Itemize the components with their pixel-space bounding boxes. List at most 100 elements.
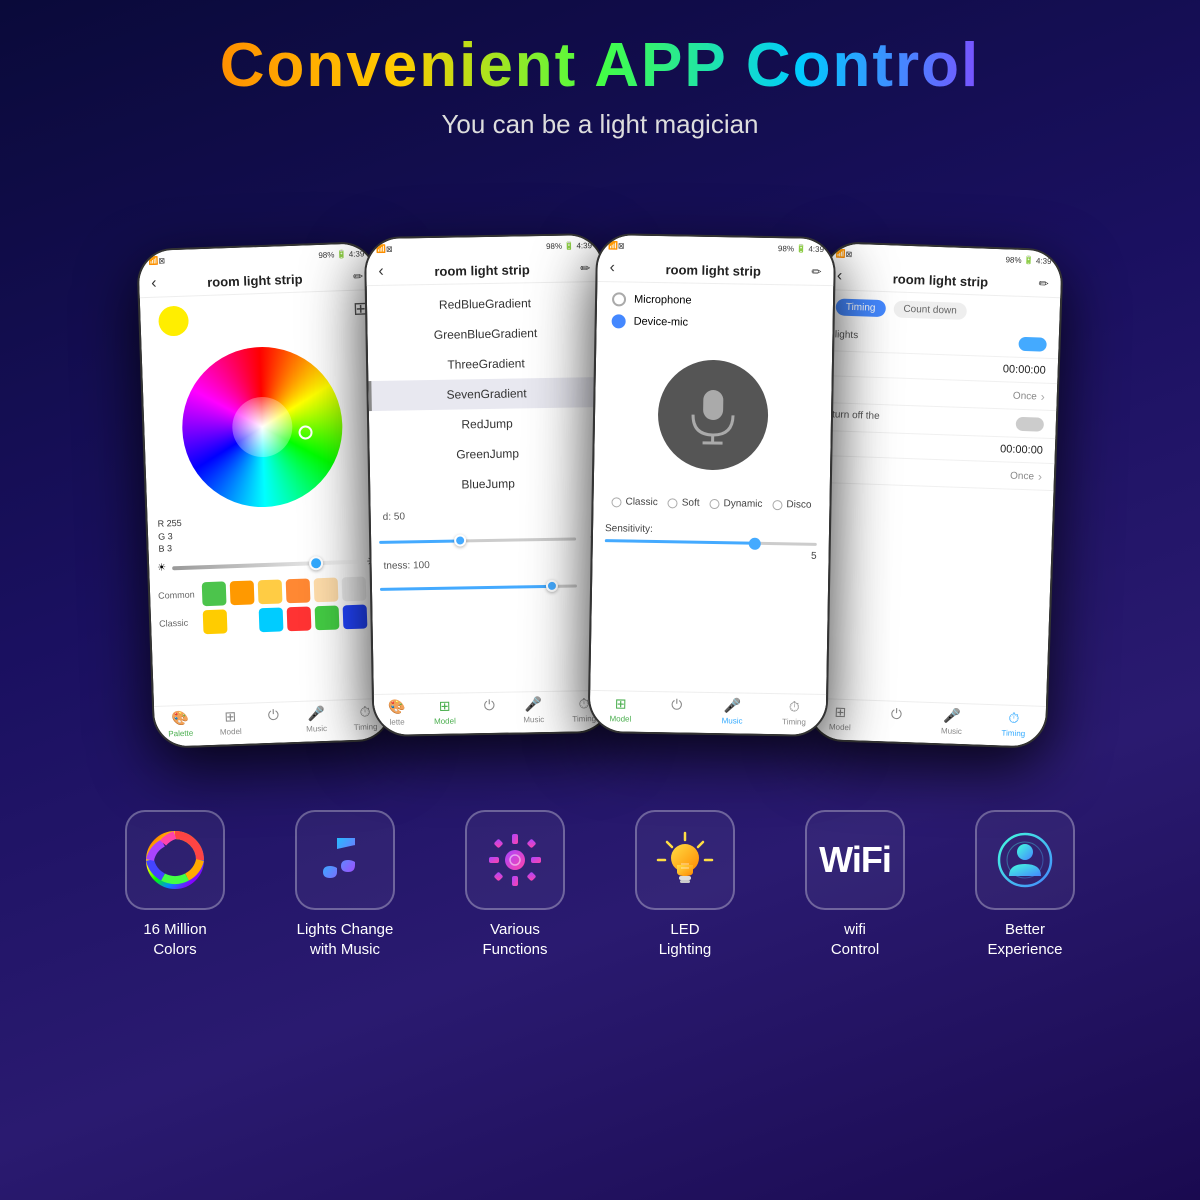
soft-mode[interactable]: Soft (668, 497, 700, 509)
swatch-green2[interactable] (315, 605, 340, 630)
mode-redjump[interactable]: RedJump (369, 407, 605, 441)
edit-icon-1[interactable]: ✏ (353, 269, 364, 283)
nav-timing-3[interactable]: ⏱ Timing (782, 698, 806, 726)
color-wheel-container (141, 338, 383, 516)
swatch-cream[interactable] (314, 577, 339, 602)
dynamic-mode[interactable]: Dynamic (709, 498, 762, 510)
color-wheel[interactable] (180, 344, 345, 509)
feature-wifi: WiFi wifiControl (780, 810, 930, 959)
swatch-red[interactable] (287, 606, 312, 631)
swatch-blue[interactable] (343, 604, 368, 629)
phone-screen-2: 📶⊠ 98% 🔋 4:39 ‹ room light strip ✏ RedBl… (366, 235, 611, 735)
sensitivity-slider[interactable] (605, 539, 817, 546)
nav-palette[interactable]: 🎨 Palette (168, 710, 194, 739)
feature-wifi-icon-box: WiFi (805, 810, 905, 910)
swatch-cyan[interactable] (259, 607, 284, 632)
nav-music-2[interactable]: 🎤 Music (523, 696, 544, 724)
nav-power-2[interactable]: ⏻ (484, 697, 496, 725)
device-mic-option[interactable]: Device-mic (612, 314, 818, 332)
edit-icon-2[interactable]: ✏ (580, 261, 590, 275)
nav-model-3[interactable]: ⊞ Model (609, 695, 631, 723)
palette-icon-2: 🎨 (388, 698, 406, 715)
microphone-option[interactable]: Microphone (612, 292, 818, 310)
chevron-2[interactable]: › (1038, 470, 1042, 484)
speed-thumb (454, 534, 466, 546)
swatch-orange[interactable] (230, 580, 255, 605)
nav-palette-2[interactable]: 🎨 lette (388, 698, 406, 726)
nav-timing-4[interactable]: ⏱ Timing (1001, 709, 1026, 738)
chevron-1[interactable]: › (1041, 390, 1045, 404)
classic-mode[interactable]: Classic (611, 496, 657, 508)
speed-slider[interactable] (379, 537, 576, 543)
back-arrow-2[interactable]: ‹ (378, 263, 384, 281)
swatch-yellow[interactable] (258, 579, 283, 604)
nav-music-3[interactable]: 🎤 Music (722, 697, 743, 725)
nav-power-3[interactable]: ⏻ (671, 696, 683, 724)
swatch-white2[interactable] (231, 608, 256, 633)
turnoff-toggle[interactable] (1016, 416, 1044, 431)
swatch-green[interactable] (202, 581, 227, 606)
phone-title-1: room light strip (207, 271, 303, 289)
device-mic-radio[interactable] (612, 314, 626, 328)
feature-led: LEDLighting (610, 810, 760, 959)
back-arrow-4[interactable]: ‹ (837, 267, 843, 285)
mode-greenblue[interactable]: GreenBlueGradient (367, 317, 603, 351)
main-title: Convenient APP Control (0, 30, 1200, 101)
sensitivity-value: 5 (605, 547, 817, 562)
color-grid: Common Classic (150, 572, 388, 644)
mode-redblue[interactable]: RedBlueGradient (367, 287, 603, 321)
classic-radio (611, 497, 621, 507)
timing-icon-3: ⏱ (789, 698, 800, 715)
microphone-button[interactable] (657, 359, 769, 471)
sound-modes: Classic Soft Dynamic Disco (593, 488, 829, 519)
bottom-nav-4: ⊞ Model ⏻ 🎤 Music ⏱ Timing (809, 698, 1046, 747)
timing-icon-1: ⏱ (359, 703, 371, 720)
back-arrow-3[interactable]: ‹ (609, 259, 615, 277)
lights-toggle[interactable] (1018, 336, 1046, 351)
feature-colors-label: 16 MillionColors (143, 920, 206, 959)
color-wheel-icon (145, 830, 205, 890)
timing-tab-countdown[interactable]: Count down (893, 300, 967, 320)
phone-title-2: room light strip (434, 262, 530, 279)
nav-power-4[interactable]: ⏻ (890, 706, 902, 734)
swatch-white[interactable] (342, 576, 367, 601)
music-note-icon (315, 830, 375, 890)
nav-model-1[interactable]: ⊞ Model (219, 708, 242, 737)
mode-three[interactable]: ThreeGradient (368, 347, 604, 381)
brightness-thumb-2 (545, 580, 557, 592)
swatch-orange2[interactable] (286, 578, 311, 603)
microphone-radio[interactable] (612, 292, 626, 306)
mode-seven[interactable]: SevenGradient (368, 377, 604, 411)
back-arrow-1[interactable]: ‹ (151, 275, 157, 293)
person-icon (995, 830, 1055, 890)
edit-icon-4[interactable]: ✏ (1038, 276, 1049, 290)
edit-icon-3[interactable]: ✏ (811, 265, 821, 279)
classic-label: Classic (159, 617, 199, 628)
swatch-gold[interactable] (203, 609, 228, 634)
music-icon-3: 🎤 (723, 697, 741, 714)
mode-greenjump[interactable]: GreenJump (369, 437, 605, 471)
nav-music-1[interactable]: 🎤 Music (305, 705, 327, 734)
phone-screen-1: 📶⊠ 98% 🔋 4:39 ‹ room light strip ✏ ⊞ R 2… (138, 243, 391, 747)
mode-bluejump[interactable]: BlueJump (370, 467, 606, 501)
nav-music-4[interactable]: 🎤 Music (941, 707, 963, 736)
classic-row: Classic (159, 604, 380, 636)
disco-mode[interactable]: Disco (772, 499, 811, 511)
phone-screen-3: 📶⊠ 98% 🔋 4:39 ‹ room light strip ✏ Micro… (590, 235, 835, 735)
brightness-slider-2[interactable] (380, 584, 577, 590)
phone-3: 📶⊠ 98% 🔋 4:39 ‹ room light strip ✏ Micro… (587, 233, 836, 737)
timing-tab-timing[interactable]: Timing (836, 298, 886, 317)
nav-power-1[interactable]: ⏻ (268, 707, 280, 735)
feature-music: Lights Changewith Music (270, 810, 420, 959)
nav-model-4[interactable]: ⊞ Model (829, 703, 852, 732)
nav-model-2[interactable]: ⊞ Model (434, 698, 456, 726)
once1-text: Once (1013, 390, 1037, 402)
header: Convenient APP Control You can be a ligh… (0, 0, 1200, 150)
brightness-slider-row-2: ☀ (372, 574, 608, 600)
color-preview (158, 306, 189, 337)
feature-led-label: LEDLighting (659, 920, 712, 959)
feature-colors-icon-box (125, 810, 225, 910)
bottom-nav-1: 🎨 Palette ⊞ Model ⏻ 🎤 Music ⏱ Timing (154, 698, 391, 747)
turn-off-label: turn off the (832, 409, 880, 422)
brightness-slider[interactable] (172, 559, 360, 570)
